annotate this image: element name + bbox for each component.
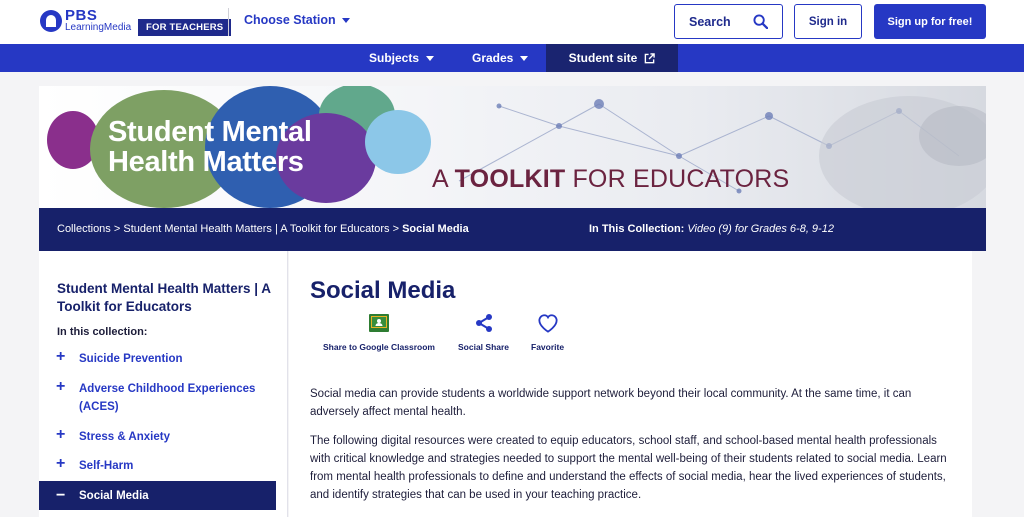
external-link-icon bbox=[645, 52, 656, 63]
action-label: Favorite bbox=[531, 342, 565, 352]
action-label: Share to Google Classroom bbox=[323, 342, 435, 352]
choose-station-dropdown[interactable]: Choose Station bbox=[244, 13, 350, 27]
favorite-button[interactable]: Favorite bbox=[531, 313, 564, 352]
sidebar-item-suicide-prevention[interactable]: + Suicide Prevention bbox=[39, 348, 276, 368]
sidebar-item-social-media[interactable]: − Social Media bbox=[39, 481, 276, 510]
decorative-circle bbox=[365, 110, 431, 174]
collection-info-label: In This Collection: bbox=[589, 223, 685, 235]
plus-icon: + bbox=[56, 455, 66, 472]
logo-pbs-text: PBS bbox=[65, 7, 98, 24]
collection-banner: Student Mental Health Matters A TOOLKIT … bbox=[39, 86, 986, 208]
plus-icon: + bbox=[56, 348, 66, 365]
page-title: Social Media bbox=[310, 277, 456, 304]
sign-up-button[interactable]: Sign up for free! bbox=[874, 4, 986, 39]
breadcrumb: Collections > Student Mental Health Matt… bbox=[57, 223, 469, 235]
main-content: Social Media Share to Google Classroom S… bbox=[289, 251, 972, 517]
google-classroom-icon bbox=[368, 314, 389, 332]
intro-paragraph: Social media can provide students a worl… bbox=[310, 388, 912, 418]
plus-icon: + bbox=[56, 378, 66, 395]
banner-subtitle-prefix: A bbox=[432, 165, 455, 193]
for-teachers-badge: FOR TEACHERS bbox=[138, 19, 232, 36]
breadcrumb-collection[interactable]: Student Mental Health Matters | A Toolki… bbox=[123, 223, 389, 235]
share-google-classroom-button[interactable]: Share to Google Classroom bbox=[323, 313, 435, 352]
banner-subtitle-bold: TOOLKIT bbox=[454, 165, 566, 193]
chevron-down-icon bbox=[426, 55, 435, 61]
action-label: Social Share bbox=[458, 342, 510, 352]
breadcrumb-separator: > bbox=[389, 223, 403, 235]
sidebar-item-label: Suicide Prevention bbox=[79, 353, 183, 365]
header-divider bbox=[228, 8, 229, 36]
collection-info-value: Video (9) for Grades 6-8, 9-12 bbox=[687, 223, 834, 235]
nav-student-site-label: Student site bbox=[568, 51, 638, 65]
banner-title: Student Mental Health Matters bbox=[108, 117, 312, 177]
choose-station-label: Choose Station bbox=[244, 13, 336, 27]
chevron-down-icon bbox=[341, 17, 350, 23]
search-label: Search bbox=[689, 14, 731, 29]
sidebar-item-self-harm[interactable]: + Self-Harm bbox=[39, 455, 276, 475]
banner-subtitle-suffix: FOR EDUCATORS bbox=[565, 165, 790, 193]
collection-info: In This Collection: Video (9) for Grades… bbox=[589, 223, 834, 235]
sidebar-item-label: Self-Harm bbox=[79, 460, 134, 472]
nav-grades[interactable]: Grades bbox=[472, 44, 529, 72]
main-nav: Subjects Grades Student site bbox=[0, 44, 1024, 72]
search-icon bbox=[753, 14, 768, 29]
banner-subtitle: A TOOLKIT FOR EDUCATORS bbox=[432, 165, 789, 194]
plus-icon: + bbox=[56, 426, 66, 443]
pbs-learningmedia-logo[interactable]: PBS LearningMedia bbox=[40, 8, 131, 33]
sidebar-item-aces[interactable]: + Adverse Childhood Experiences (ACES) bbox=[39, 378, 276, 416]
sidebar-item-label: Stress & Anxiety bbox=[79, 431, 170, 443]
social-share-button[interactable]: Social Share bbox=[458, 313, 509, 352]
sidebar-item-label: Adverse Childhood Experiences (ACES) bbox=[79, 383, 256, 413]
breadcrumb-bar: Collections > Student Mental Health Matt… bbox=[39, 208, 986, 251]
collection-sidebar: Student Mental Health Matters | A Toolki… bbox=[39, 251, 288, 517]
sidebar-item-label: Social Media bbox=[79, 489, 149, 502]
pbs-head-icon bbox=[40, 9, 62, 32]
nav-subjects-label: Subjects bbox=[369, 51, 420, 65]
banner-title-line1: Student Mental bbox=[108, 116, 312, 148]
nav-grades-label: Grades bbox=[472, 51, 514, 65]
minus-icon: − bbox=[56, 486, 66, 504]
chevron-down-icon bbox=[520, 55, 529, 61]
sign-in-button[interactable]: Sign in bbox=[794, 4, 862, 39]
sidebar-in-collection-label: In this collection: bbox=[57, 326, 148, 338]
breadcrumb-separator: > bbox=[110, 223, 124, 235]
nav-student-site[interactable]: Student site bbox=[546, 44, 678, 72]
nav-subjects[interactable]: Subjects bbox=[369, 44, 435, 72]
sidebar-item-stress-anxiety[interactable]: + Stress & Anxiety bbox=[39, 426, 276, 446]
top-header: PBS LearningMedia FOR TEACHERS Choose St… bbox=[0, 0, 1024, 44]
heart-icon bbox=[537, 314, 558, 333]
sidebar-title[interactable]: Student Mental Health Matters | A Toolki… bbox=[57, 280, 277, 316]
logo-learningmedia-text: LearningMedia bbox=[65, 22, 132, 33]
breadcrumb-collections[interactable]: Collections bbox=[57, 223, 111, 235]
description-paragraph: The following digital resources were cre… bbox=[310, 435, 947, 501]
search-button[interactable]: Search bbox=[674, 4, 783, 39]
breadcrumb-current: Social Media bbox=[402, 223, 469, 235]
share-icon bbox=[475, 314, 492, 332]
banner-title-line2: Health Matters bbox=[108, 146, 304, 178]
